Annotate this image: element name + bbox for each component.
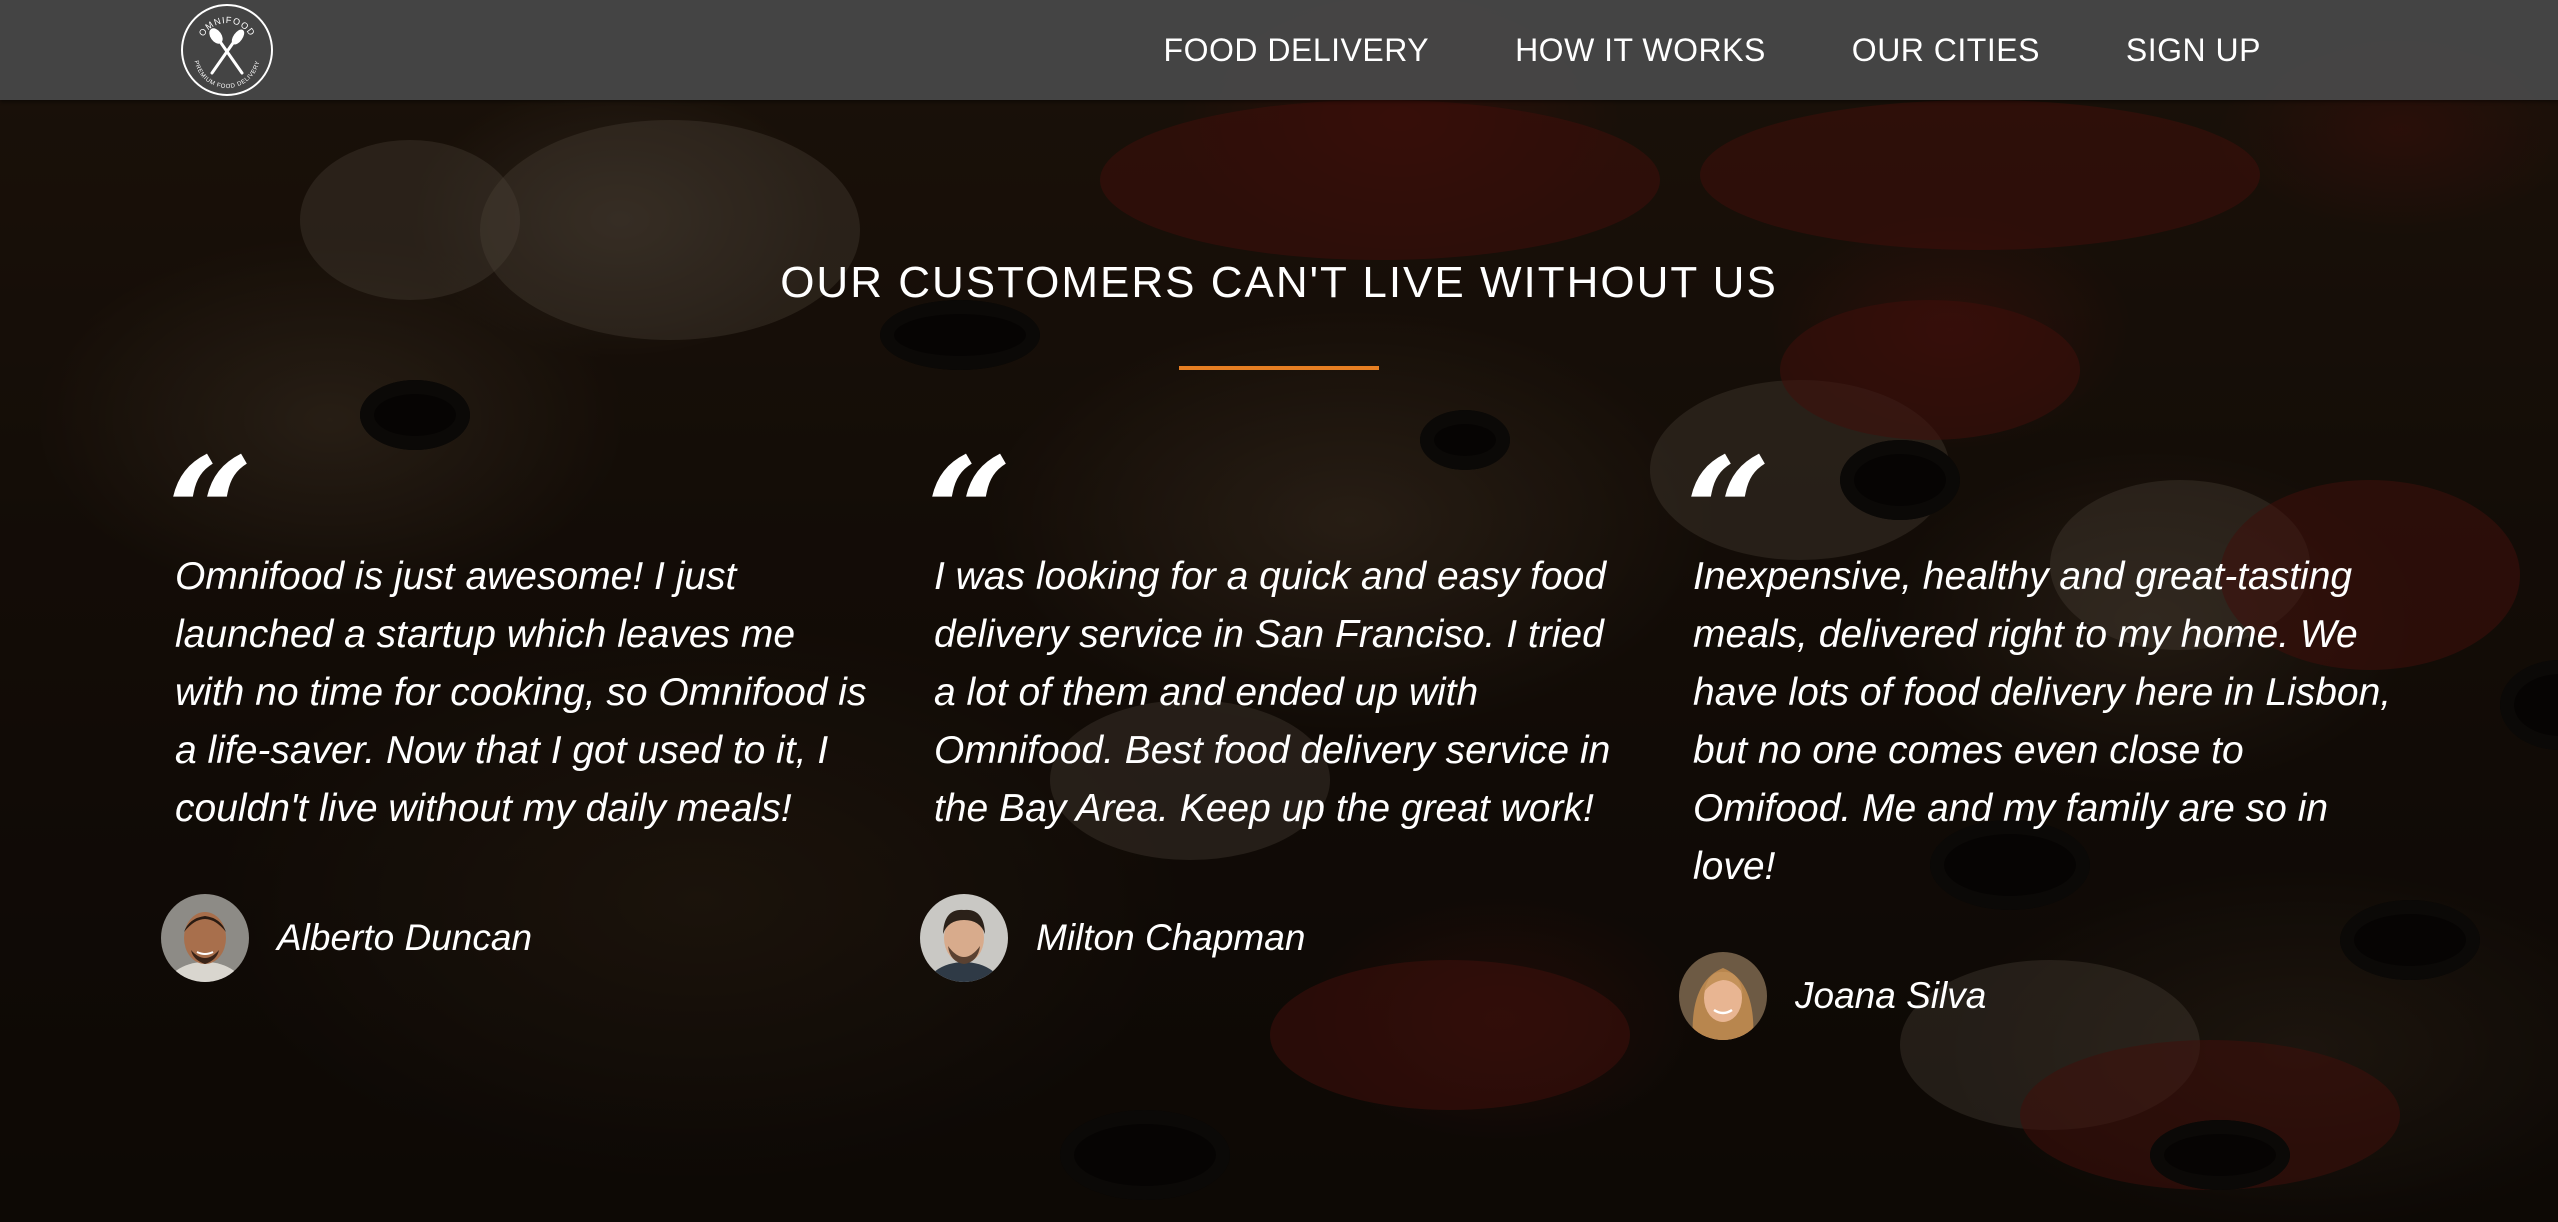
fork-and-knife-icon: OMNIFOOD PREMIUM FOOD DELIVERY <box>181 4 273 96</box>
main-nav: FOOD DELIVERY HOW IT WORKS OUR CITIES SI… <box>1164 0 2261 100</box>
svg-text:PREMIUM FOOD DELIVERY: PREMIUM FOOD DELIVERY <box>193 60 262 90</box>
testimonials-section: OUR CUSTOMERS CAN'T LIVE WITHOUT US “ Om… <box>0 100 2558 1222</box>
testimonial-text: I was looking for a quick and easy food … <box>934 555 1611 830</box>
avatar <box>161 894 249 982</box>
nav-food-delivery[interactable]: FOOD DELIVERY <box>1164 32 1430 68</box>
author-name: Alberto Duncan <box>277 917 533 958</box>
nav-how-it-works[interactable]: HOW IT WORKS <box>1515 32 1766 68</box>
testimonial-author: Milton Chapman <box>920 894 1305 982</box>
avatar <box>920 894 1008 982</box>
logo-text-bottom: PREMIUM FOOD DELIVERY <box>193 60 261 90</box>
omnifood-logo[interactable]: OMNIFOOD PREMIUM FOOD DELIVERY <box>180 3 274 97</box>
testimonial-text: Inexpensive, healthy and great-tasting m… <box>1693 555 2392 888</box>
logo-text-top: OMNIFOOD <box>197 15 257 38</box>
section-title: OUR CUSTOMERS CAN'T LIVE WITHOUT US <box>780 258 1778 307</box>
testimonial-author: Alberto Duncan <box>161 894 532 982</box>
testimonial-text: Omnifood is just awesome! I just launche… <box>175 555 867 830</box>
author-name: Joana Silva <box>1795 975 1987 1016</box>
avatar <box>1679 952 1767 1040</box>
testimonial-author: Joana Silva <box>1679 952 1986 1040</box>
title-underline <box>1179 366 1379 370</box>
author-name: Milton Chapman <box>1036 917 1306 958</box>
site-header: OMNIFOOD PREMIUM FOOD DELIVERY FOOD DELI… <box>0 0 2558 100</box>
nav-our-cities[interactable]: OUR CITIES <box>1852 32 2040 68</box>
nav-sign-up[interactable]: SIGN UP <box>2126 32 2261 68</box>
svg-text:OMNIFOOD: OMNIFOOD <box>197 15 258 38</box>
